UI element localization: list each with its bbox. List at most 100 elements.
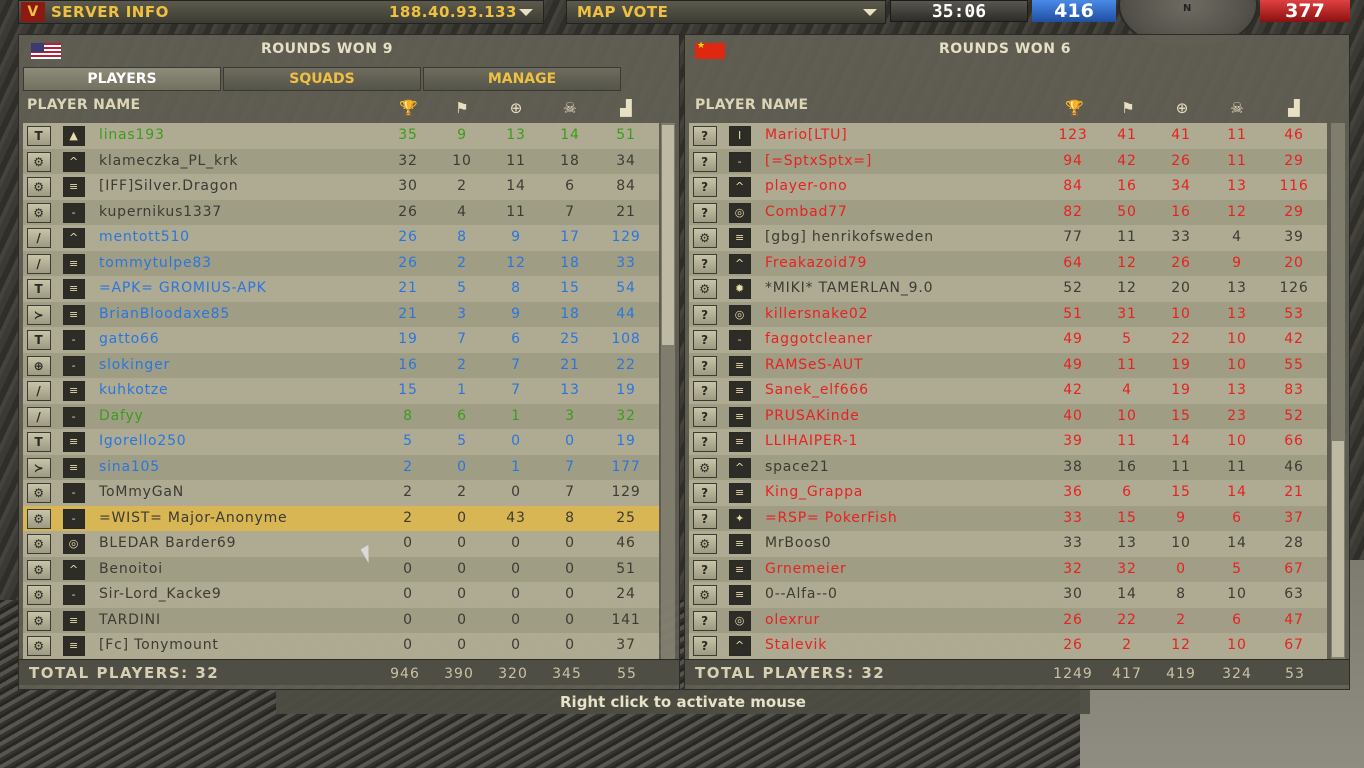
us-scrollbar[interactable]: [661, 123, 675, 659]
crosshair-icon[interactable]: ⊕: [1173, 99, 1191, 117]
player-kills: 9: [1176, 509, 1186, 526]
trophy-icon[interactable]: 🏆: [399, 99, 418, 117]
player-flag: 7: [457, 331, 467, 347]
player-flag: 2: [1122, 637, 1132, 653]
player-row[interactable]: ? ^ Stalevik 26 2 12 10 67: [689, 633, 1327, 659]
player-row[interactable]: ? ^ Freakazoid79 64 12 26 9 20: [689, 250, 1327, 276]
player-row[interactable]: ? ◎ Combad77 82 50 16 12 29: [689, 199, 1327, 225]
player-deaths: 0: [565, 535, 575, 551]
player-score: 30: [1063, 586, 1083, 602]
player-row[interactable]: ⚙ - Sir-Lord_Kacke9 0 0 0 0 24: [23, 582, 659, 608]
ping-icon[interactable]: ▟: [1285, 99, 1303, 117]
player-row[interactable]: ⚙ ^ space21 38 16 11 11 46: [689, 454, 1327, 480]
player-row[interactable]: ⚙ ≡ MrBoos0 33 13 10 14 28: [689, 531, 1327, 557]
kit-icon: T: [27, 432, 51, 452]
player-row[interactable]: ? ✦ =RSP= PokerFish 33 15 9 6 37: [689, 505, 1327, 531]
player-row[interactable]: ≻ ≡ BrianBloodaxe85 21 3 9 18 44: [23, 301, 659, 327]
player-row[interactable]: / ^ mentott510 26 8 9 17 129: [23, 225, 659, 251]
tab-manage[interactable]: MANAGE: [423, 67, 621, 91]
player-name: BLEDAR Barder69: [99, 535, 237, 551]
player-deaths: 13: [1227, 178, 1247, 194]
player-flag: 12: [1117, 254, 1137, 271]
player-row[interactable]: ⚙ - kupernikus1337 26 4 11 7 21: [23, 199, 659, 225]
china-scrollbar[interactable]: [1331, 123, 1345, 659]
player-ping: 51: [616, 127, 636, 143]
tab-squads[interactable]: SQUADS: [223, 67, 421, 91]
player-name-header[interactable]: PLAYER NAME: [695, 97, 808, 119]
player-deaths: 7: [565, 203, 575, 220]
player-row[interactable]: ? ≡ RAMSeS-AUT 49 11 19 10 55: [689, 352, 1327, 378]
player-row[interactable]: ⚙ - =WIST= Major-Anonyme 2 0 43 8 25: [23, 505, 659, 531]
player-row[interactable]: ⚙ ≡ 0--Alfa--0 30 14 8 10 63: [689, 582, 1327, 608]
player-kills: 0: [511, 535, 521, 551]
skull-icon[interactable]: ☠: [1228, 99, 1246, 117]
rounds-won-china: ROUNDS WON 6: [939, 41, 1072, 57]
rank-icon: ◎: [729, 202, 751, 223]
trophy-icon[interactable]: 🏆: [1065, 99, 1084, 117]
player-row[interactable]: T ≡ Igorello250 5 5 0 0 19: [23, 429, 659, 455]
skull-icon[interactable]: ☠: [561, 99, 579, 117]
crosshair-icon[interactable]: ⊕: [507, 99, 525, 117]
us-scrollbar-thumb[interactable]: [662, 125, 674, 345]
player-row[interactable]: ⚙ ◎ BLEDAR Barder69 0 0 0 0 46: [23, 531, 659, 557]
player-row[interactable]: ⚙ ≡ [Fc] Tonymount 0 0 0 0 37: [23, 633, 659, 659]
player-name-header[interactable]: PLAYER NAME: [27, 97, 140, 119]
player-row[interactable]: ? ≡ PRUSAKinde 40 10 15 23 52: [689, 403, 1327, 429]
china-scrollbar-thumb[interactable]: [1332, 441, 1344, 657]
player-row[interactable]: ? - [=SptxSptx=] 94 42 26 11 29: [689, 148, 1327, 174]
player-name: TARDINI: [99, 611, 161, 628]
player-row[interactable]: ⊕ - slokinger 16 2 7 21 22: [23, 352, 659, 378]
player-flag: 1: [457, 382, 467, 398]
player-name: =APK= GROMIUS-APK: [99, 280, 267, 296]
player-kills: 26: [1171, 254, 1191, 271]
player-flag: 0: [457, 637, 467, 653]
kit-icon: /: [27, 228, 51, 248]
flag-icon[interactable]: ⚑: [1119, 99, 1137, 117]
player-kills: 0: [1176, 560, 1186, 577]
player-row[interactable]: ⚙ ^ Benoitoi 0 0 0 0 51: [23, 556, 659, 582]
player-name: kupernikus1337: [99, 203, 222, 220]
player-row[interactable]: / - Dafyy 8 6 1 3 32: [23, 403, 659, 429]
player-row[interactable]: T - gatto66 19 7 6 25 108: [23, 327, 659, 353]
player-row[interactable]: ? ◎ killersnake02 51 31 10 13 53: [689, 301, 1327, 327]
player-name: faggotcleaner: [765, 331, 873, 347]
player-deaths: 15: [560, 280, 580, 296]
player-score: 5: [403, 433, 413, 449]
player-row[interactable]: ⚙ - ToMmyGaN 2 2 0 7 129: [23, 480, 659, 506]
player-score: 33: [1063, 535, 1083, 551]
player-row[interactable]: ? ≡ LLIHAIPER-1 39 11 14 10 66: [689, 429, 1327, 455]
flag-icon[interactable]: ⚑: [453, 99, 471, 117]
tab-players[interactable]: PLAYERS: [23, 67, 221, 91]
rank-icon: ^: [729, 457, 751, 478]
player-row[interactable]: / ≡ kuhkotze 15 1 7 13 19: [23, 378, 659, 404]
player-row[interactable]: ⚙ ≡ TARDINI 0 0 0 0 141: [23, 607, 659, 633]
player-flag: 41: [1117, 127, 1137, 143]
player-deaths: 10: [1227, 637, 1247, 653]
total-flag: 390: [444, 666, 474, 682]
us-player-list: T ▲ linas193 35 9 13 14 51 ⚙ ^ klameczka_PL_krk 32 1…: [23, 123, 659, 659]
player-row[interactable]: ? ≡ Sanek_elf666 42 4 19 13 83: [689, 378, 1327, 404]
player-row[interactable]: ⚙ ✹ *MIKI* TAMERLAN_9.0 52 12 20 13 126: [689, 276, 1327, 302]
player-row[interactable]: ⚙ ≡ [gbg] henrikofsweden 77 11 33 4 39: [689, 225, 1327, 251]
player-row[interactable]: ? ^ player-ono 84 16 34 13 116: [689, 174, 1327, 200]
player-ping: 84: [616, 178, 636, 194]
player-row[interactable]: ? ≡ Grnemeier 32 32 0 5 67: [689, 556, 1327, 582]
player-row[interactable]: / ≡ tommytulpe83 26 2 12 18 33: [23, 250, 659, 276]
player-score: 38: [1063, 458, 1083, 475]
player-row[interactable]: ? ≡ King_Grappa 36 6 15 14 21: [689, 480, 1327, 506]
player-row[interactable]: ? ◎ olexrur 26 22 2 6 47: [689, 607, 1327, 633]
kit-icon: ≻: [27, 457, 51, 478]
rank-icon: -: [63, 330, 85, 350]
player-row[interactable]: ? I Mario[LTU] 123 41 41 11 46: [689, 123, 1327, 149]
player-row[interactable]: ⚙ ≡ [IFF]Silver.Dragon 30 2 14 6 84: [23, 174, 659, 200]
server-info-dropdown[interactable]: V SERVER INFO 188.40.93.133: [18, 0, 544, 24]
player-row[interactable]: ? - faggotcleaner 49 5 22 10 42: [689, 327, 1327, 353]
player-deaths: 17: [560, 229, 580, 245]
player-row[interactable]: ≻ ≡ sina105 2 0 1 7 177: [23, 454, 659, 480]
player-row[interactable]: ⚙ ^ klameczka_PL_krk 32 10 11 18 34: [23, 148, 659, 174]
map-vote-dropdown[interactable]: MAP VOTE: [566, 0, 886, 24]
ping-icon[interactable]: ▟: [617, 99, 635, 117]
player-row[interactable]: T ▲ linas193 35 9 13 14 51: [23, 123, 659, 149]
player-kills: 0: [511, 611, 521, 628]
player-row[interactable]: T ≡ =APK= GROMIUS-APK 21 5 8 15 54: [23, 276, 659, 302]
